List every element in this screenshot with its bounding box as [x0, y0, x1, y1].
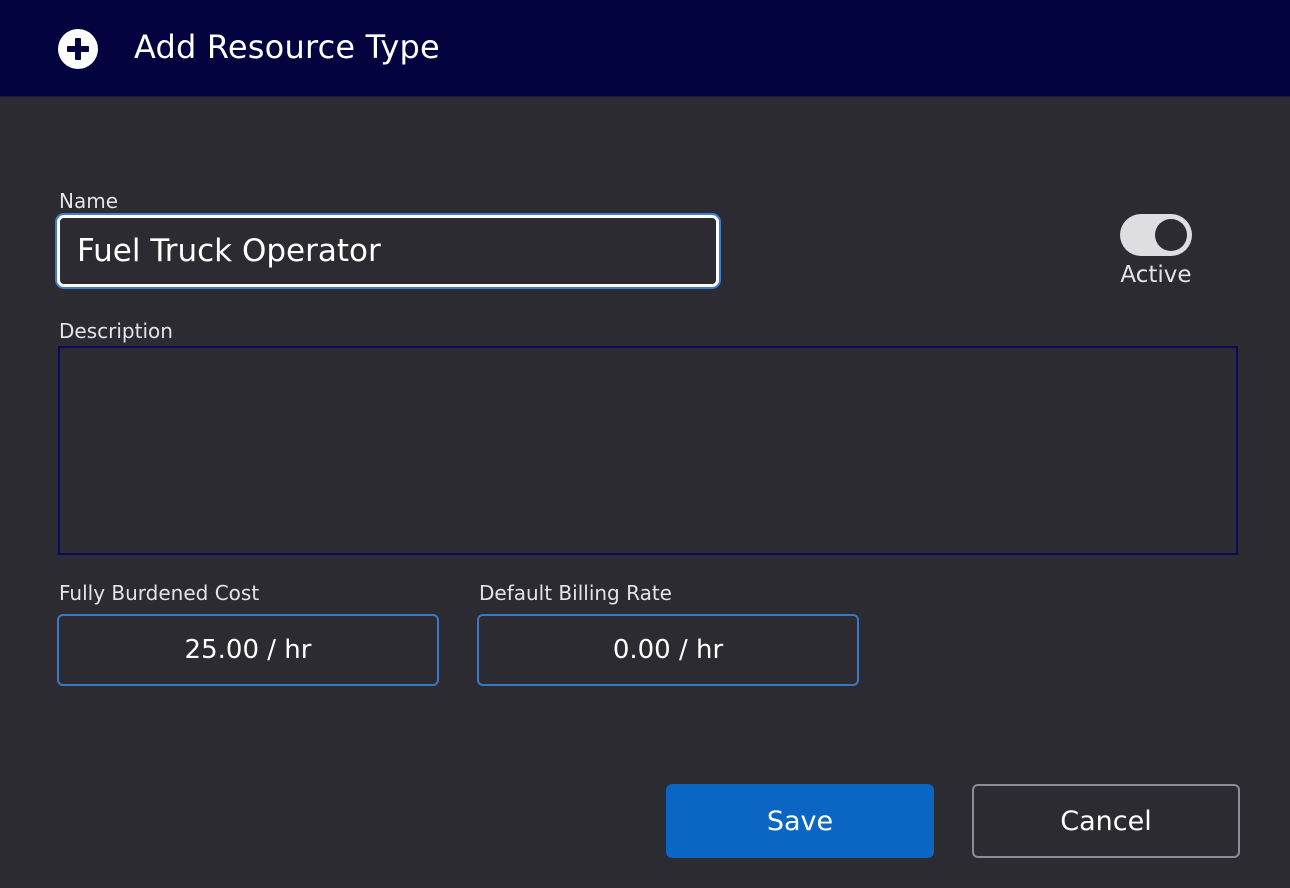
cancel-button[interactable]: Cancel	[972, 784, 1240, 858]
plus-circle-icon	[57, 28, 99, 70]
dialog-title: Add Resource Type	[134, 28, 440, 66]
fully-burdened-cost-label: Fully Burdened Cost	[59, 581, 260, 605]
dialog-header: Add Resource Type	[0, 0, 1290, 97]
save-button[interactable]: Save	[666, 784, 934, 858]
active-label: Active	[1120, 262, 1192, 288]
description-label: Description	[59, 319, 173, 343]
name-input[interactable]	[57, 215, 719, 287]
add-resource-type-dialog: Add Resource Type Name Active Descriptio…	[0, 0, 1290, 888]
fully-burdened-cost-input[interactable]	[57, 614, 439, 686]
active-toggle[interactable]	[1120, 214, 1192, 256]
description-textarea[interactable]	[58, 346, 1238, 555]
default-billing-rate-input[interactable]	[477, 614, 859, 686]
name-label: Name	[59, 189, 119, 213]
toggle-knob	[1155, 219, 1187, 251]
default-billing-rate-label: Default Billing Rate	[479, 581, 672, 605]
